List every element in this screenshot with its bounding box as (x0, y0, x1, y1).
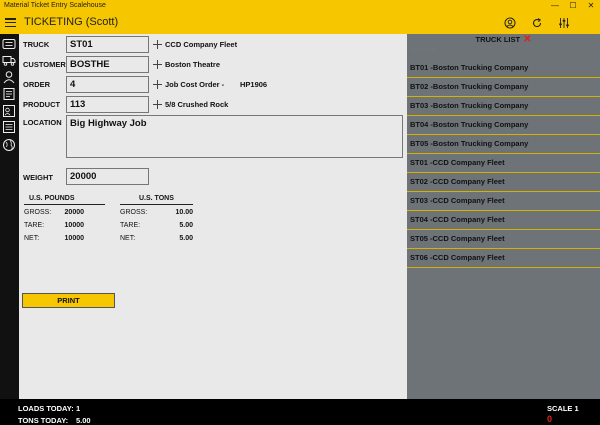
truck-list-item[interactable]: BT01 -Boston Trucking Company (407, 59, 600, 78)
order-field[interactable]: 4 (66, 76, 149, 93)
truck-list-panel: TRUCK LIST✕ BT01 -Boston Trucking Compan… (407, 34, 600, 399)
product-label: PRODUCT (23, 100, 61, 109)
truck-icon[interactable] (2, 53, 16, 67)
tons-net-value: 5.00 (179, 235, 193, 242)
maximize-button[interactable]: ☐ (566, 0, 580, 12)
truck-list-item[interactable]: ST03 -CCD Company Fleet (407, 192, 600, 211)
tons-tare-label: TARE: (120, 222, 141, 229)
print-button[interactable]: PRINT (22, 293, 115, 308)
order-description: Job Cost Order - (165, 80, 225, 89)
tons-gross-label: GROSS: (120, 209, 148, 216)
pounds-gross-value: 20000 (64, 209, 84, 216)
report-icon[interactable] (2, 120, 16, 134)
close-window-button[interactable]: ✕ (584, 0, 598, 12)
tons-today-label: TONS TODAY: (18, 416, 69, 425)
location-label: LOCATION (23, 118, 62, 127)
add-customer-icon[interactable] (153, 60, 162, 69)
window-titlebar: Material Ticket Entry Scalehouse — ☐ ✕ (0, 0, 600, 12)
scale-label: SCALE 1 (547, 404, 579, 413)
truck-list-header: TRUCK LIST ✕ (407, 34, 600, 45)
truck-list-title: TRUCK LIST (475, 35, 521, 44)
add-product-icon[interactable] (153, 100, 162, 109)
truck-search-input[interactable] (408, 45, 599, 57)
product-description: 5/8 Crushed Rock (165, 100, 229, 109)
product-field[interactable]: 113 (66, 96, 149, 113)
order-icon[interactable] (2, 87, 16, 101)
pounds-divider (24, 204, 105, 205)
person-circle-icon[interactable] (504, 17, 516, 29)
ticket-form: TRUCK ST01 CCD Company Fleet CUSTOMER BO… (19, 34, 407, 399)
app-bar: TICKETING (Scott) (0, 12, 600, 34)
truck-list-item[interactable]: ST05 -CCD Company Fleet (407, 230, 600, 249)
truck-label: TRUCK (23, 40, 50, 49)
refresh-icon[interactable] (531, 17, 543, 29)
pounds-tare-label: TARE: (24, 222, 45, 229)
window-title: Material Ticket Entry Scalehouse (4, 2, 106, 9)
location-field[interactable]: Big Highway Job (66, 115, 403, 158)
truck-list-item[interactable]: ST04 -CCD Company Fleet (407, 211, 600, 230)
add-order-icon[interactable] (153, 80, 162, 89)
minimize-button[interactable]: — (548, 0, 562, 12)
truck-list-item[interactable]: ST02 -CCD Company Fleet (407, 173, 600, 192)
close-truck-list-icon[interactable]: ✕ (523, 34, 531, 45)
order-code: HP1906 (240, 80, 268, 89)
truck-list-item[interactable]: BT03 -Boston Trucking Company (407, 97, 600, 116)
pounds-tare-value: 10000 (64, 222, 84, 229)
pounds-gross-label: GROSS: (24, 209, 52, 216)
hamburger-icon[interactable] (5, 18, 16, 28)
truck-list-items: BT01 -Boston Trucking Company BT02 -Bost… (407, 59, 600, 268)
pounds-net-label: NET: (24, 235, 40, 242)
truck-list-item[interactable]: BT04 -Boston Trucking Company (407, 116, 600, 135)
tons-gross-value: 10.00 (175, 209, 193, 216)
loads-today-label: LOADS TODAY: (18, 404, 74, 413)
tons-today-value: 5.00 (76, 416, 91, 425)
truck-list-item[interactable]: BT05 -Boston Trucking Company (407, 135, 600, 154)
weight-label: WEIGHT (23, 173, 53, 182)
truck-description: CCD Company Fleet (165, 40, 238, 49)
status-bar: LOADS TODAY: 1 TONS TODAY: 5.00 SCALE 1 … (0, 399, 600, 425)
page-title: TICKETING (Scott) (24, 16, 119, 28)
truck-list-item[interactable]: ST01 -CCD Company Fleet (407, 154, 600, 173)
truck-field[interactable]: ST01 (66, 36, 149, 53)
tons-net-label: NET: (120, 235, 136, 242)
tons-divider (120, 204, 193, 205)
truck-list-item[interactable]: BT02 -Boston Trucking Company (407, 78, 600, 97)
order-label: ORDER (23, 80, 51, 89)
sliders-icon[interactable] (558, 17, 570, 29)
add-truck-icon[interactable] (153, 40, 162, 49)
pounds-header: U.S. POUNDS (29, 195, 75, 202)
tons-tare-value: 5.00 (179, 222, 193, 229)
weight-field[interactable]: 20000 (66, 168, 149, 185)
customer-field[interactable]: BOSTHE (66, 56, 149, 73)
pounds-net-value: 10000 (64, 235, 84, 242)
ticket-icon[interactable] (2, 37, 16, 51)
product-icon[interactable] (2, 104, 16, 118)
customer-description: Boston Theatre (165, 60, 221, 69)
loads-today-value: 1 (76, 404, 81, 413)
scale-reading: 0 (547, 414, 553, 424)
customer-label: CUSTOMER (23, 60, 66, 69)
tons-header: U.S. TONS (139, 195, 174, 202)
truck-list-item[interactable]: ST06 -CCD Company Fleet (407, 249, 600, 268)
globe-icon[interactable] (2, 138, 16, 152)
customer-icon[interactable] (2, 70, 16, 84)
left-nav (0, 34, 19, 399)
